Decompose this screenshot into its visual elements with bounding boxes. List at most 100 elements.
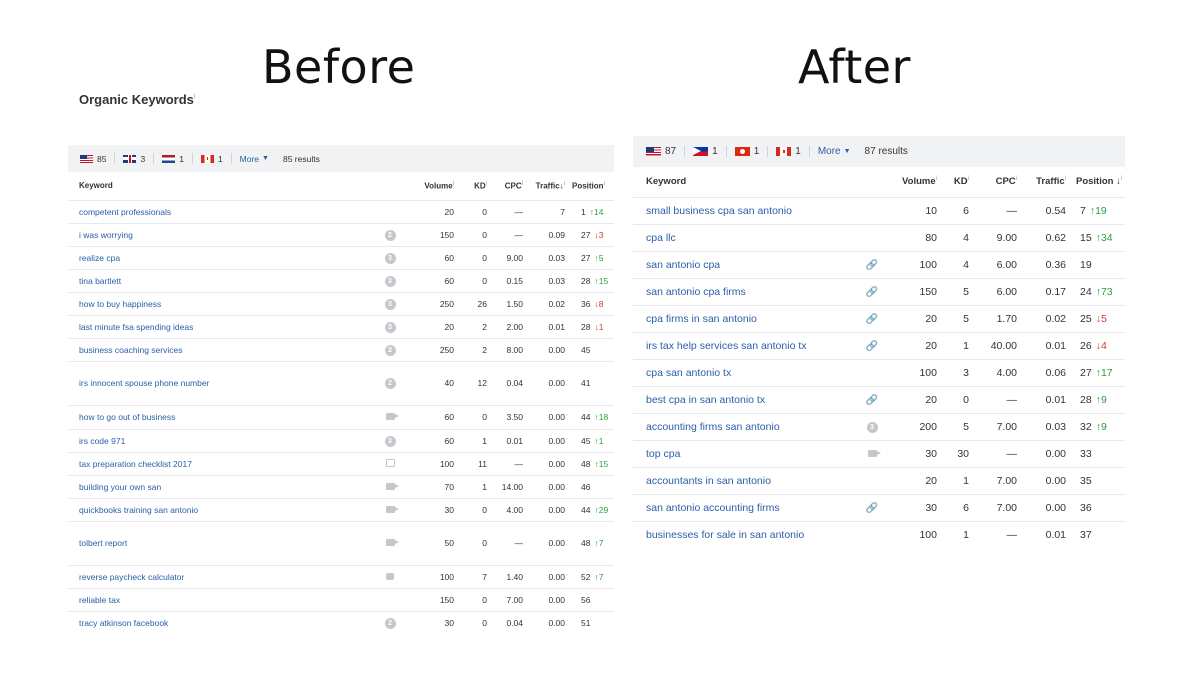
keywords-table: Keyword Volumei KDi CPCi Traffic↓i Posit… — [68, 172, 614, 634]
video-icon[interactable] — [385, 539, 399, 546]
kd-cell: 0 — [454, 404, 487, 429]
keyword-link[interactable]: realize cpa — [79, 253, 120, 263]
col-kd[interactable]: KDi — [937, 167, 969, 197]
col-cpc[interactable]: CPCi — [487, 172, 523, 200]
position-value: 51 — [581, 617, 591, 628]
keyword-link[interactable]: cpa llc — [646, 232, 676, 244]
serp-feature-count-icon[interactable]: 2 — [384, 229, 396, 241]
keyword-link[interactable]: businesses for sale in san antonio — [646, 529, 804, 541]
video-icon[interactable] — [867, 449, 881, 457]
country-filter-nl[interactable]: 1 — [162, 153, 193, 164]
volume-cell: 100 — [885, 358, 937, 386]
image-icon[interactable] — [385, 458, 395, 467]
keyword-link[interactable]: building your own san — [79, 482, 161, 492]
col-traffic[interactable]: Traffic↓i — [523, 172, 565, 200]
serp-feature-count-icon[interactable]: 3 — [384, 435, 396, 447]
volume-cell: 40 — [410, 360, 454, 405]
traffic-cell: 0.00 — [1017, 439, 1066, 467]
keyword-link[interactable]: quickbooks training san antonio — [79, 505, 198, 515]
keyword-link[interactable]: reverse paycheck calculator — [79, 572, 184, 582]
col-keyword[interactable]: Keyword — [68, 172, 370, 200]
table-row: tracy atkinson facebook 2 30 0 0.04 0.00 51 — [68, 610, 614, 634]
us-flag-icon — [646, 147, 661, 156]
link-icon[interactable]: 🔗 — [866, 287, 878, 298]
link-icon[interactable]: 🔗 — [866, 341, 878, 352]
volume-cell: 100 — [410, 564, 454, 588]
serp-feature-count-icon[interactable]: 3 — [384, 298, 396, 310]
keyword-link[interactable]: tax preparation checklist 2017 — [79, 459, 192, 469]
keyword-link[interactable]: tracy atkinson facebook — [79, 618, 168, 628]
keyword-link[interactable]: accounting firms san antonio — [646, 421, 780, 433]
info-icon[interactable]: i — [194, 94, 196, 101]
keyword-link[interactable]: small business cpa san antonio — [646, 205, 792, 217]
country-filter-us[interactable]: 87 — [646, 146, 686, 157]
keyword-link[interactable]: san antonio accounting firms — [646, 502, 780, 514]
country-filter-hk[interactable]: 1 — [734, 146, 769, 157]
table-row: san antonio cpa firms 🔗 150 5 6.00 0.17 24 ↑73 — [633, 277, 1125, 305]
keyword-link[interactable]: top cpa — [646, 448, 680, 460]
col-kd[interactable]: KDi — [454, 172, 487, 200]
keyword-link[interactable]: tina bartlett — [79, 276, 121, 286]
col-volume[interactable]: Volumei — [410, 172, 454, 200]
link-icon[interactable]: 🔗 — [866, 503, 878, 514]
col-position[interactable]: Positioni — [565, 172, 614, 200]
serp-feature-count-icon[interactable]: 2 — [384, 344, 396, 356]
serp-feature-count-icon[interactable]: 3 — [384, 321, 396, 333]
more-countries-button[interactable]: More ▼ — [240, 154, 269, 164]
keyword-link[interactable]: reliable tax — [79, 595, 120, 605]
cpc-cell: 7.00 — [487, 587, 523, 611]
country-count: 1 — [179, 153, 184, 164]
position-value: 41 — [581, 378, 591, 388]
country-filter-ph[interactable]: 1 — [693, 146, 727, 157]
more-countries-button[interactable]: More ▼ — [818, 146, 851, 157]
serp-feature-count-icon[interactable]: 3 — [384, 252, 396, 264]
keyword-link[interactable]: how to go out of business — [79, 412, 175, 422]
keyword-link[interactable]: accountants in san antonio — [646, 475, 771, 487]
keyword-link[interactable]: irs code 971 — [79, 436, 125, 446]
col-keyword[interactable]: Keyword — [633, 167, 859, 197]
country-filter-ca[interactable]: 1 — [776, 146, 810, 157]
video-icon[interactable] — [385, 482, 399, 490]
keyword-link[interactable]: irs innocent spouse phone number — [79, 378, 209, 388]
serp-feature-count-icon[interactable]: 3 — [866, 422, 878, 433]
us-flag-icon — [80, 154, 93, 163]
table-row: reliable tax 150 0 7.00 0.00 56 — [68, 587, 614, 611]
col-traffic[interactable]: Traffici — [1017, 167, 1066, 197]
col-cpc[interactable]: CPCi — [969, 167, 1017, 197]
keyword-link[interactable]: irs tax help services san antonio tx — [646, 340, 807, 352]
keyword-link[interactable]: best cpa in san antonio tx — [646, 394, 765, 406]
country-filter-us[interactable]: 85 — [80, 153, 116, 164]
col-position[interactable]: Position ↓i — [1066, 167, 1125, 197]
keyword-link[interactable]: cpa firms in san antonio — [646, 313, 757, 325]
keyword-link[interactable]: tolbert report — [79, 538, 127, 548]
country-count: 3 — [140, 153, 146, 164]
table-row: san antonio accounting firms 🔗 30 6 7.00 0.00… — [633, 493, 1125, 521]
more-label: More — [239, 153, 260, 164]
country-filter-ca[interactable]: 1 — [200, 153, 232, 164]
kd-cell: 0 — [454, 497, 487, 521]
col-volume[interactable]: Volumei — [885, 167, 937, 197]
comment-icon[interactable] — [386, 572, 394, 580]
link-icon[interactable]: 🔗 — [866, 314, 878, 325]
keyword-link[interactable]: last minute fsa spending ideas — [79, 322, 193, 332]
keyword-link[interactable]: business coaching services — [79, 345, 182, 355]
serp-feature-count-icon[interactable]: 2 — [384, 617, 396, 629]
link-icon[interactable]: 🔗 — [866, 260, 878, 271]
traffic-cell: 0.02 — [523, 291, 565, 315]
nl-flag-icon — [162, 154, 176, 163]
video-icon[interactable] — [385, 413, 399, 420]
video-icon[interactable] — [385, 505, 399, 513]
cpc-cell: 8.00 — [487, 337, 523, 361]
country-filter-gb[interactable]: 3 — [123, 153, 155, 164]
keyword-link[interactable]: san antonio cpa — [646, 259, 720, 271]
table-row: san antonio cpa 🔗 100 4 6.00 0.36 19 — [633, 250, 1125, 278]
keyword-link[interactable]: cpa san antonio tx — [646, 367, 731, 379]
keyword-link[interactable]: competent professionals — [79, 207, 171, 217]
keyword-link[interactable]: how to buy happiness — [79, 299, 161, 309]
link-icon[interactable]: 🔗 — [866, 395, 878, 406]
serp-feature-count-icon[interactable]: 2 — [384, 378, 396, 389]
keyword-link[interactable]: san antonio cpa firms — [646, 286, 746, 298]
serp-feature-count-icon[interactable]: 3 — [384, 275, 396, 287]
keyword-link[interactable]: i was worrying — [79, 230, 133, 240]
volume-cell: 60 — [410, 404, 454, 429]
